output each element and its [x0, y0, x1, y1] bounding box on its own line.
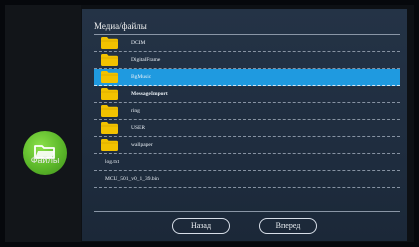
item-label: MCU_501_v0_1_39.bin [105, 176, 159, 182]
item-label: DCIM [131, 40, 146, 46]
file-list: DCIM DigitalFrame BgMusic MessageImport ring… [94, 35, 400, 188]
sidebar [5, 5, 81, 242]
folder-row[interactable]: USER [94, 120, 400, 137]
folder-icon [101, 139, 118, 151]
file-row[interactable]: MCU_501_v0_1_39.bin [94, 171, 400, 188]
item-label: USER [131, 125, 146, 131]
item-label: BgMusic [131, 74, 152, 80]
item-label: ring [131, 108, 140, 114]
page-title: Медиа/файлы [94, 21, 147, 31]
folder-row[interactable]: MessageImport [94, 86, 400, 103]
item-label: wallpaper [131, 142, 153, 148]
folder-row[interactable]: DigitalFrame [94, 52, 400, 69]
item-label: DigitalFrame [131, 57, 161, 63]
folder-icon [101, 54, 118, 66]
folder-row[interactable]: DCIM [94, 35, 400, 52]
folder-icon [101, 88, 118, 100]
forward-button[interactable]: Вперед [259, 218, 317, 234]
bottom-divider [94, 211, 400, 212]
item-label: log.txt [105, 159, 120, 165]
folder-row[interactable]: ring [94, 103, 400, 120]
folder-icon [101, 105, 118, 117]
file-row[interactable]: log.txt [94, 154, 400, 171]
item-label: MessageImport [131, 91, 168, 97]
files-app-label: Файлы [30, 155, 60, 165]
files-app-button[interactable] [23, 131, 67, 175]
folder-row[interactable]: wallpaper [94, 137, 400, 154]
folder-icon [101, 122, 118, 134]
folder-icon [101, 37, 118, 49]
folder-row[interactable]: BgMusic [94, 69, 400, 86]
back-button[interactable]: Назад [172, 218, 230, 234]
folder-icon [101, 71, 118, 83]
